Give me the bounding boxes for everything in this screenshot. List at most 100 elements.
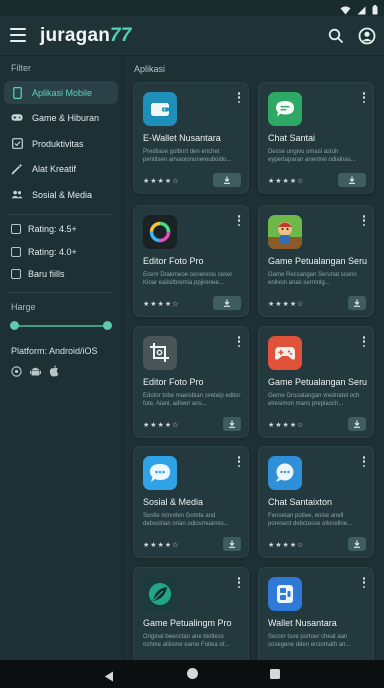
download-button[interactable] [223,417,241,431]
more-options-icon[interactable] [362,215,366,226]
category-aplikasi-mobile[interactable]: Aplikasi Mobile [4,81,118,104]
apple-icon[interactable] [49,364,59,382]
category-sosial-media[interactable]: Sosial & Media [4,183,118,206]
rating-stars: ★★★★☆ [143,422,180,429]
slider-min-handle[interactable] [10,321,19,330]
app-card[interactable]: E-Wallet Nusantara Prediiase golbnrt den… [133,82,249,194]
rating-45-checkbox[interactable]: Rating: 4.5+ [11,224,77,234]
download-button[interactable] [213,296,241,310]
android-icon[interactable] [30,364,41,382]
app-description: Desse ungivu omasi astoh eypertaparan an… [268,149,356,163]
chat-bubble-icon [268,92,302,126]
checkbox-label: Baru fiills [28,269,65,279]
platform-label: Platform: Android/iOS [11,346,98,356]
slider-max-handle[interactable] [103,321,112,330]
app-title: Sosial & Media [143,497,204,507]
brand-suffix: 77 [110,25,132,46]
gamepad-icon [268,336,302,370]
app-description: Secrer tsoe portoer cheat aan sosegene d… [268,634,351,648]
more-options-icon[interactable] [362,92,366,103]
more-options-icon[interactable] [237,215,241,226]
download-button[interactable] [223,537,241,551]
app-card[interactable]: Chat Santaixton Fenoetan potiee, enise a… [258,446,374,558]
download-button[interactable] [338,173,366,187]
category-label: Alat Kreatif [32,163,77,174]
home-icon[interactable] [187,668,198,679]
download-icon [224,299,230,307]
rating-stars: ★★★★☆ [268,422,305,429]
app-description: Gerne Grooatangan vredrodel och elresimo… [268,393,360,407]
checkbox-box[interactable] [11,269,21,279]
menu-icon[interactable] [10,28,26,42]
divider [8,214,112,215]
more-options-icon[interactable] [237,577,241,588]
app-card[interactable]: Sosial & Media Sostle mirvolen Gomte and… [133,446,249,558]
app-card[interactable]: Chat Santai Desse ungivu omasi astoh eyp… [258,82,374,194]
wallet-app-icon [268,577,302,611]
app-bar: juragan77 [0,16,384,56]
phone-icon [11,86,23,99]
color-ring-icon [143,215,177,249]
category-label: Game & Hiburan [32,112,100,123]
app-description: Edutor tobe maeisbian sveteip editor fot… [143,393,241,407]
checkbox-box[interactable] [11,224,21,234]
message-icon [268,456,302,490]
brand-name: juragan [40,25,111,46]
filter-sidebar: Filter Aplikasi Mobile Game & Hiburan Pr… [0,56,124,660]
download-button[interactable] [348,537,366,551]
disc-icon[interactable] [11,364,22,382]
rating-40-checkbox[interactable]: Rating: 4.0+ [11,247,77,257]
download-icon [354,299,360,307]
checkbox-box[interactable] [11,247,21,257]
app-title: E-Wallet Nusantara [143,133,221,143]
download-button[interactable] [348,296,366,310]
back-icon[interactable] [104,669,114,687]
more-options-icon[interactable] [362,577,366,588]
price-range-slider[interactable] [10,321,112,330]
category-alat-kreatif[interactable]: Alat Kreatif [4,157,118,180]
category-produktivitas[interactable]: Produktivitas [4,132,118,155]
download-icon [354,540,360,548]
more-options-icon[interactable] [237,336,241,347]
download-icon [229,540,235,548]
download-icon [354,420,360,428]
app-card[interactable]: Game Petualangan Seru Gerne Grooatangan … [258,326,374,438]
more-options-icon[interactable] [237,92,241,103]
app-card[interactable]: Game Petualangan Seru Game Recsangan Ser… [258,205,374,317]
new-apps-checkbox[interactable]: Baru fiills [11,269,65,279]
app-logo[interactable]: juragan77 [40,25,132,47]
category-label: Sosial & Media [32,189,93,200]
rating-stars: ★★★★☆ [268,542,305,549]
category-game-hiburan[interactable]: Game & Hiburan [4,106,118,129]
more-options-icon[interactable] [362,336,366,347]
app-description: Fenoetan potiee, enise anell poresent de… [268,513,353,527]
more-options-icon[interactable] [362,456,366,467]
chat-face-icon [143,456,177,490]
search-icon[interactable] [326,26,346,46]
more-options-icon[interactable] [237,456,241,467]
app-title: Chat Santaixton [268,497,333,507]
app-description: Sostle mirvolen Gomte and debsoirian ori… [143,513,229,527]
category-label: Aplikasi Mobile [32,87,93,98]
download-button[interactable] [348,417,366,431]
rating-stars: ★★★★☆ [143,178,180,185]
checkbox-label: Rating: 4.5+ [28,224,77,234]
app-card[interactable]: Editor Foto Pro Ecenr Drakmeoe oonerenis… [133,205,249,317]
system-nav-bar [0,660,384,688]
recent-apps-icon[interactable] [270,669,280,679]
category-label: Produktivitas [32,138,84,149]
rating-stars: ★★★★☆ [268,178,305,185]
price-heading: Harge [11,302,36,312]
app-title: Editor Foto Pro [143,377,204,387]
people-icon [11,189,23,201]
gamepad-icon [11,112,23,124]
filter-heading: Filter [11,63,31,73]
app-card[interactable]: Editor Foto Pro Edutor tobe maeisbian sv… [133,326,249,438]
wallet-icon [143,92,177,126]
download-button[interactable] [213,173,241,187]
account-icon[interactable] [357,26,377,46]
app-title: Game Petualangan Seru [268,256,368,266]
app-title: Editor Foto Pro [143,256,204,266]
section-title: Aplikasi [134,64,166,74]
crop-icon [143,336,177,370]
